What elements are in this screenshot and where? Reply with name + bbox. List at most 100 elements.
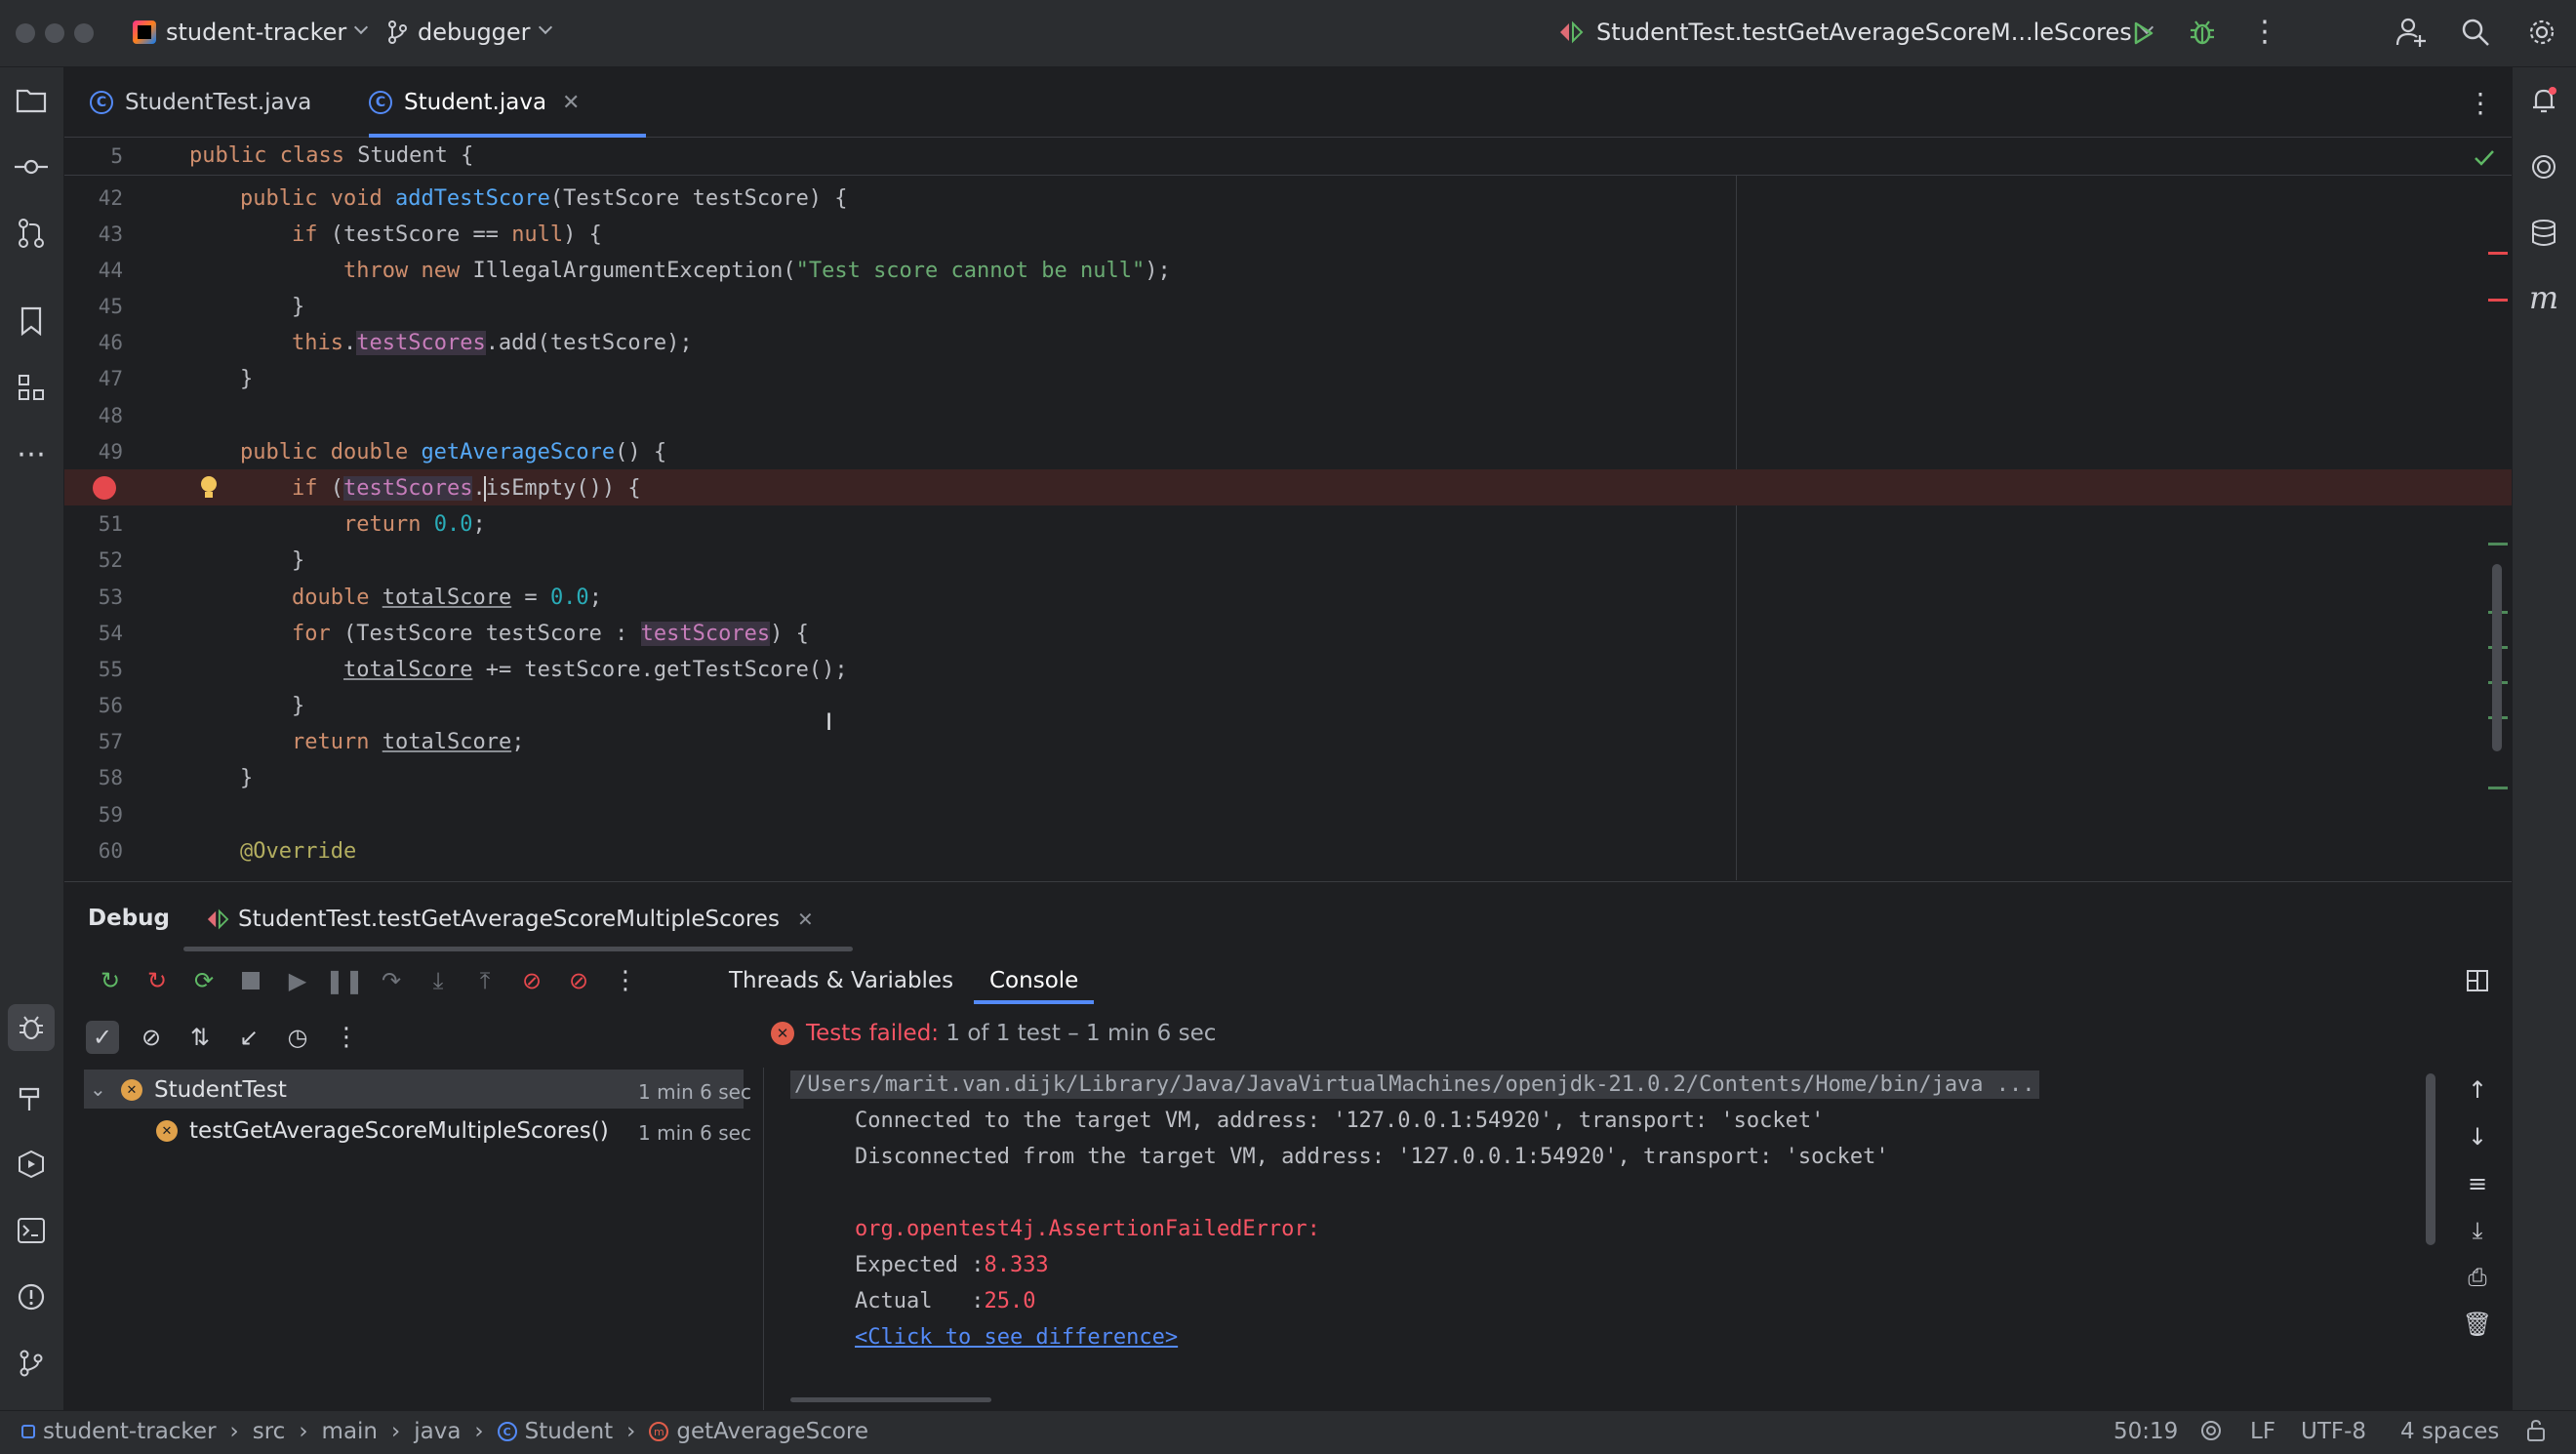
run-configuration-selector[interactable]: StudentTest.testGetAverageScoreM...leSco… [1557,19,2153,46]
bookmarks-tool-button[interactable] [12,302,51,341]
scroll-to-end-icon[interactable]: ⤓ [2461,1214,2494,1247]
run-button[interactable] [2129,20,2156,53]
step-out-icon[interactable]: ⤒ [468,964,502,997]
breadcrumb-item[interactable]: getAverageScore [676,1419,868,1444]
change-marker[interactable] [2488,787,2508,789]
lock-icon[interactable] [2525,1419,2547,1448]
database-button[interactable] [2524,214,2563,253]
step-over-icon[interactable]: ↷ [375,964,408,997]
window-maximize-button[interactable] [74,23,94,43]
close-icon[interactable]: ✕ [797,908,814,931]
line-separator[interactable]: LF [2250,1419,2275,1444]
window-close-button[interactable] [16,23,35,43]
chevron-down-icon[interactable]: ⌄ [90,1077,106,1101]
commit-tool-button[interactable] [12,147,51,186]
expected-label: Expected : [855,1253,985,1277]
breadcrumb-item[interactable]: src [253,1419,286,1444]
tab-student-java[interactable]: C Student.java ✕ [369,67,646,138]
notifications-button[interactable] [2524,81,2563,120]
history-icon[interactable]: ◷ [281,1021,314,1054]
ai-status-icon[interactable] [2199,1419,2223,1448]
view-breakpoints-icon[interactable]: ⊘ [515,964,548,997]
breadcrumb-item[interactable]: student-tracker [43,1419,217,1444]
module-icon [21,1425,35,1438]
test-tree-item[interactable]: ✕ testGetAverageScoreMultipleScores() [156,1118,609,1144]
pause-icon[interactable]: ❚❚ [325,964,364,997]
step-into-icon[interactable]: ⤓ [422,964,455,997]
show-passed-icon[interactable]: ✓ [86,1021,119,1054]
trash-icon[interactable]: 🗑 [2461,1308,2494,1341]
line-number: 51 [98,512,123,536]
up-arrow-icon[interactable]: ↑ [2461,1073,2494,1107]
debug-button[interactable] [2188,18,2217,53]
layout-settings-button[interactable] [2465,968,2490,999]
project-selector[interactable]: student-tracker [133,19,369,46]
more-actions-icon[interactable]: ⋮ [2250,18,2279,47]
maven-button[interactable]: m [2524,278,2563,317]
caret-position[interactable]: 50:19 [2113,1419,2178,1444]
sort-icon[interactable]: ⇅ [183,1021,217,1054]
collapse-all-icon[interactable]: ↙ [232,1021,265,1054]
session-tab-scrollbar[interactable] [183,947,853,951]
close-icon[interactable]: ✕ [562,91,580,115]
breadcrumb-item[interactable]: Student [525,1419,614,1444]
show-ignored-icon[interactable]: ⊘ [135,1021,168,1054]
editor-scrollbar-thumb[interactable] [2492,564,2502,751]
console-horizontal-scrollbar[interactable] [790,1397,991,1402]
search-button[interactable] [2461,18,2490,53]
rerun-icon[interactable]: ↻ [94,964,127,997]
soft-wrap-icon[interactable]: ≡ [2461,1167,2494,1200]
error-marker[interactable] [2488,299,2508,302]
more-actions-icon[interactable]: ⋮ [330,1021,363,1054]
code-line: public void addTestScore(TestScore testS… [240,186,848,211]
code-editor[interactable]: 5 public class Student { 42 43 44 45 46 … [64,139,2512,880]
test-method-name: testGetAverageScoreMultipleScores() [189,1118,609,1144]
tab-actions-icon[interactable]: ⋮ [2467,87,2494,119]
test-tree-item[interactable]: ✕ StudentTest [121,1077,287,1103]
console-scrollbar-thumb[interactable] [2426,1073,2435,1245]
change-marker[interactable] [2488,543,2508,545]
terminal-icon [18,1218,45,1243]
ai-assistant-button[interactable] [2524,147,2563,186]
panel-splitter[interactable] [763,1068,764,1411]
down-arrow-icon[interactable]: ↓ [2461,1120,2494,1153]
more-actions-icon[interactable]: ⋮ [609,964,642,997]
tab-threads-variables[interactable]: Threads & Variables [729,968,953,993]
code-line: } [292,295,305,319]
right-margin-guide [1736,176,1737,880]
more-tools-icon[interactable]: ⋯ [12,434,51,473]
project-tool-button[interactable] [12,81,51,120]
terminal-tool-button[interactable] [12,1211,51,1250]
code-line: return 0.0; [343,512,486,537]
lightbulb-icon[interactable] [199,474,219,502]
file-encoding[interactable]: UTF-8 [2301,1419,2366,1444]
console-actions: ↑ ↓ ≡ ⤓ ⎙ 🗑 [2461,1073,2494,1341]
branch-selector[interactable]: debugger [386,19,552,46]
add-user-button[interactable] [2395,16,2428,55]
structure-tool-button[interactable] [12,368,51,407]
services-tool-button[interactable] [12,1145,51,1184]
tab-console[interactable]: Console [974,960,1095,1004]
error-marker[interactable] [2488,252,2508,255]
resume-icon[interactable]: ▶ [281,964,314,997]
mute-breakpoints-icon[interactable]: ⊘ [562,964,595,997]
see-difference-link[interactable]: <Click to see difference> [855,1325,1178,1350]
stop-icon[interactable] [234,964,267,997]
debug-session-tab[interactable]: StudentTest.testGetAverageScoreMultipleS… [205,900,814,939]
pull-requests-tool-button[interactable] [12,214,51,253]
debug-tool-button[interactable] [8,1004,55,1051]
git-tool-button[interactable] [12,1344,51,1383]
toggle-auto-test-icon[interactable]: ⟳ [187,964,221,997]
breadcrumb-item[interactable]: main [322,1419,378,1444]
breadcrumb-item[interactable]: java [414,1419,461,1444]
settings-button[interactable] [2527,18,2556,53]
indent-setting[interactable]: 4 spaces [2400,1419,2499,1444]
window-minimize-button[interactable] [45,23,64,43]
breadcrumb-separator: › [391,1419,401,1444]
tab-studenttest-java[interactable]: C StudentTest.java [90,67,311,138]
build-tool-button[interactable] [12,1078,51,1117]
print-icon[interactable]: ⎙ [2461,1261,2494,1294]
breakpoint-icon[interactable] [93,476,116,500]
problems-tool-button[interactable] [12,1277,51,1316]
rerun-failed-tests-icon[interactable]: ↻ [141,964,174,997]
